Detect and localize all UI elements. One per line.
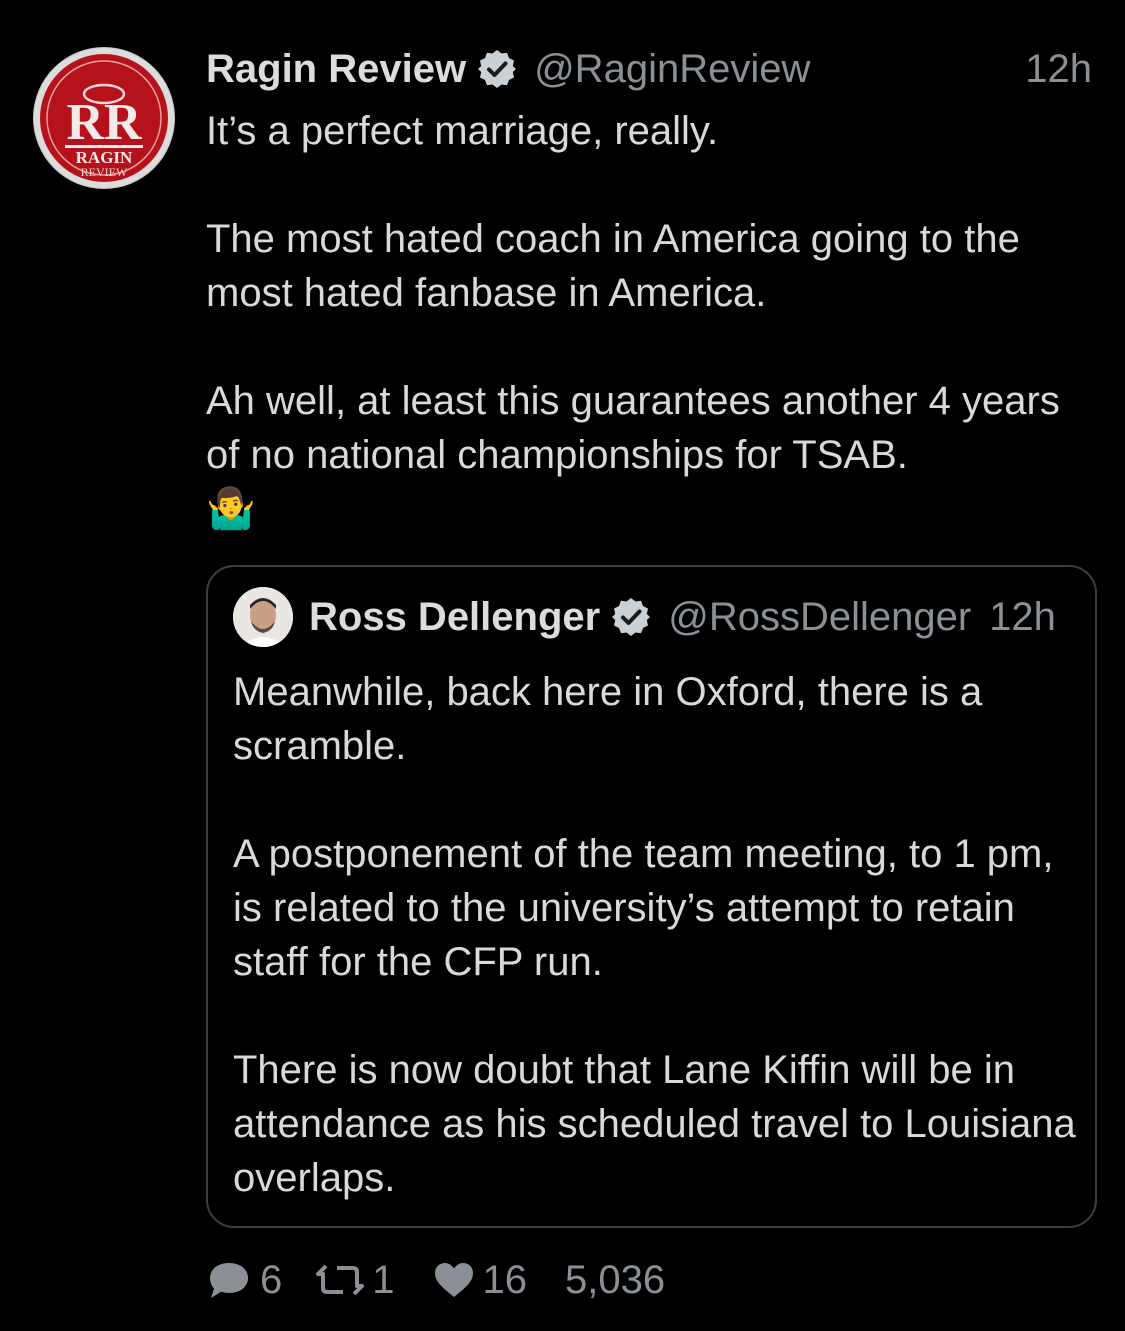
quoted-tweet-timestamp[interactable]: 12h — [989, 595, 1056, 640]
verified-badge-icon — [478, 50, 517, 88]
tweet-timestamp[interactable]: 12h — [1025, 40, 1092, 98]
tweet-paragraph: It’s a perfect marriage, really. — [206, 109, 719, 153]
quoted-author-handle[interactable]: @RossDellenger — [668, 595, 971, 640]
reply-bubble-icon — [210, 1263, 248, 1298]
svg-text:REVIEW: REVIEW — [81, 165, 128, 179]
retweet-count: 1 — [372, 1257, 395, 1302]
reply-count: 6 — [260, 1257, 283, 1302]
ragin-review-avatar[interactable]: RR RAGIN REVIEW — [33, 47, 175, 189]
quoted-tweet-header: Ross Dellenger @RossDellenger 12h — [233, 587, 1056, 647]
author-handle[interactable]: @RaginReview — [534, 47, 810, 92]
tweet[interactable]: RR RAGIN REVIEW Ragin Review @RaginRevie… — [0, 0, 1125, 1331]
reply-button[interactable]: 6 — [206, 1258, 282, 1303]
tweet-paragraph: Ah well, at least this guarantees anothe… — [206, 379, 1071, 477]
author-name[interactable]: Ragin Review — [206, 47, 466, 92]
retweet-button[interactable]: 1 — [316, 1257, 395, 1303]
tweet-paragraph: The most hated coach in America going to… — [206, 217, 1031, 315]
heart-icon — [434, 1263, 473, 1297]
ross-dellenger-avatar[interactable] — [233, 587, 293, 647]
retweet-icon — [316, 1264, 365, 1296]
quoted-paragraph: There is now doubt that Lane Kiffin will… — [233, 1048, 1076, 1200]
ragin-review-logo: RR RAGIN REVIEW — [34, 48, 174, 188]
svg-text:RR: RR — [66, 94, 143, 151]
tweet-header: Ragin Review @RaginReview 12h — [206, 40, 1096, 98]
quoted-tweet[interactable]: Ross Dellenger @RossDellenger 12h Meanwh… — [206, 565, 1097, 1228]
quoted-tweet-body: Meanwhile, back here in Oxford, there is… — [233, 665, 1078, 1205]
like-button[interactable]: 16 — [433, 1257, 528, 1303]
verified-badge-icon — [612, 598, 651, 636]
profile-photo-icon — [233, 587, 293, 647]
quoted-paragraph: A postponement of the team meeting, to 1… — [233, 832, 1054, 984]
tweet-body: It’s a perfect marriage, really. The most… — [206, 104, 1096, 536]
tweet-content: Ragin Review @RaginReview 12h It’s a per… — [206, 40, 1096, 536]
shrug-emoji: 🤷‍♂️ — [206, 487, 256, 531]
like-count: 16 — [482, 1257, 528, 1302]
tweet-actions: 6 1 16 5,036 — [206, 1252, 665, 1308]
quoted-author-name[interactable]: Ross Dellenger — [309, 595, 600, 640]
quoted-paragraph: Meanwhile, back here in Oxford, there is… — [233, 670, 983, 768]
view-count: 5,036 — [565, 1257, 666, 1302]
